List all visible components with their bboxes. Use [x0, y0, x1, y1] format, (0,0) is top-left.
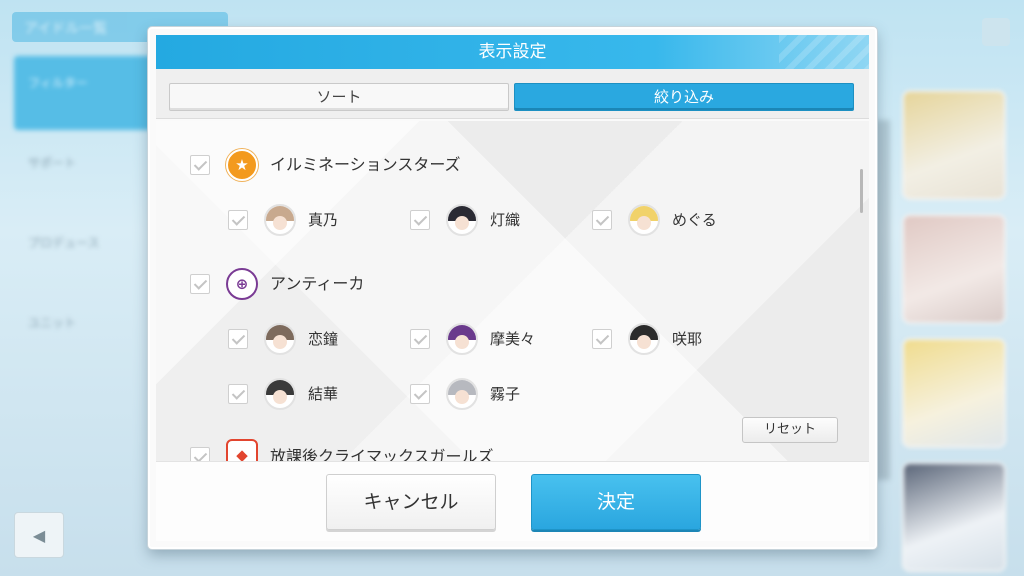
idol-name: 灯織	[490, 211, 521, 229]
scrollbar[interactable]	[860, 169, 863, 213]
background-idol-cards	[902, 90, 1006, 576]
avatar-mano-icon	[264, 204, 296, 236]
idol-checkbox-yuika[interactable]	[228, 384, 248, 404]
idol-checkbox-hiori[interactable]	[410, 210, 430, 230]
illumination-stars-icon: ★	[226, 149, 258, 181]
avatar-mamimi-icon	[446, 323, 478, 355]
idol-name: 摩美々	[490, 330, 536, 348]
avatar-yuika-icon	[264, 378, 296, 410]
unit-label: アンティーカ	[270, 274, 365, 293]
idol-name: 真乃	[308, 211, 339, 229]
idol-checkbox-sakuya[interactable]	[592, 329, 612, 349]
unit-checkbox-houkago-climax-girls[interactable]	[190, 447, 210, 461]
unit-label: 放課後クライマックスガールズ	[270, 447, 494, 461]
avatar-meguru-icon	[628, 204, 660, 236]
tabs-bar: ソート 絞り込み	[156, 69, 869, 119]
idol-name: 咲耶	[672, 330, 703, 348]
avatar-hiori-icon	[446, 204, 478, 236]
idol-name: 恋鐘	[308, 330, 339, 348]
unit-label: イルミネーションスターズ	[270, 155, 461, 174]
display-settings-dialog: 表示設定 ソート 絞り込み ★ イルミネーションスターズ 真乃 灯織 めぐる ⊕…	[148, 27, 877, 549]
idol-name: 結華	[308, 385, 339, 403]
avatar-kiriko-icon	[446, 378, 478, 410]
antica-icon: ⊕	[226, 268, 258, 300]
filter-list[interactable]: ★ イルミネーションスターズ 真乃 灯織 めぐる ⊕ アンティーカ 恋鐘 摩美々…	[156, 121, 869, 461]
idol-checkbox-kiriko[interactable]	[410, 384, 430, 404]
reset-button[interactable]: リセット	[742, 417, 838, 443]
avatar-kogane-icon	[264, 323, 296, 355]
dialog-footer: キャンセル 決定	[156, 461, 869, 541]
unit-checkbox-antica[interactable]	[190, 274, 210, 294]
dialog-title: 表示設定	[156, 35, 869, 69]
back-icon: ◀	[14, 512, 64, 558]
houkago-climax-girls-icon: ◆	[226, 439, 258, 461]
idol-checkbox-mano[interactable]	[228, 210, 248, 230]
confirm-button[interactable]: 決定	[531, 474, 701, 530]
idol-checkbox-meguru[interactable]	[592, 210, 612, 230]
idol-name: めぐる	[672, 211, 717, 229]
avatar-sakuya-icon	[628, 323, 660, 355]
tab-filter[interactable]: 絞り込み	[514, 83, 854, 111]
unit-checkbox-illumination-stars[interactable]	[190, 155, 210, 175]
background-menu-icon	[982, 18, 1010, 46]
background-sidebar: フィルター サポート プロデュース ユニット	[14, 56, 164, 516]
idol-checkbox-mamimi[interactable]	[410, 329, 430, 349]
cancel-button[interactable]: キャンセル	[326, 474, 496, 530]
idol-name: 霧子	[490, 385, 521, 403]
idol-checkbox-kogane[interactable]	[228, 329, 248, 349]
tab-sort[interactable]: ソート	[169, 83, 509, 111]
